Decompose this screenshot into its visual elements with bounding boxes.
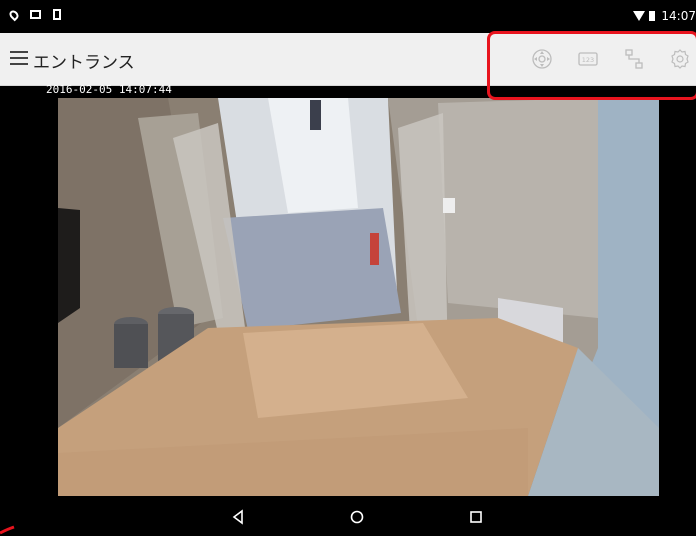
page-title: エントランス <box>33 53 135 73</box>
home-icon <box>350 510 364 524</box>
preset-label: 123 <box>582 56 594 64</box>
status-bar: 14:07 <box>0 0 696 33</box>
navigation-bar <box>0 496 696 536</box>
settings-button[interactable] <box>668 47 692 71</box>
camera-timestamp: 2016-02-05 14:07:44 <box>46 83 172 96</box>
hamburger-menu-icon[interactable] <box>10 51 28 65</box>
preset-number-icon: 123 <box>578 52 598 66</box>
app-bar: エントランス 123 <box>0 33 696 86</box>
sim-icon <box>53 9 61 20</box>
status-time: 14:07 <box>661 9 696 23</box>
battery-icon <box>649 11 656 21</box>
status-left-icons <box>7 8 61 21</box>
back-button[interactable] <box>230 508 248 526</box>
camera-flow-icon <box>625 49 643 69</box>
location-icon <box>7 8 21 21</box>
toolbar-actions: 123 <box>530 47 696 73</box>
ptz-joystick-icon <box>532 49 552 69</box>
wifi-icon <box>633 11 646 21</box>
gear-icon <box>671 49 689 69</box>
recents-icon <box>470 511 482 523</box>
status-right-icons: 14:07 <box>633 9 696 23</box>
preset-button[interactable]: 123 <box>576 47 600 71</box>
home-button[interactable] <box>348 508 366 526</box>
recents-button[interactable] <box>467 508 485 526</box>
camera-feed-scene <box>58 98 659 496</box>
camera-switch-button[interactable] <box>622 47 646 71</box>
ptz-control-button[interactable] <box>530 47 554 71</box>
back-icon <box>232 509 243 525</box>
camera-feed-image[interactable] <box>58 98 659 496</box>
message-icon <box>30 10 41 19</box>
camera-view: 2016-02-05 14:07:44 <box>0 83 696 496</box>
